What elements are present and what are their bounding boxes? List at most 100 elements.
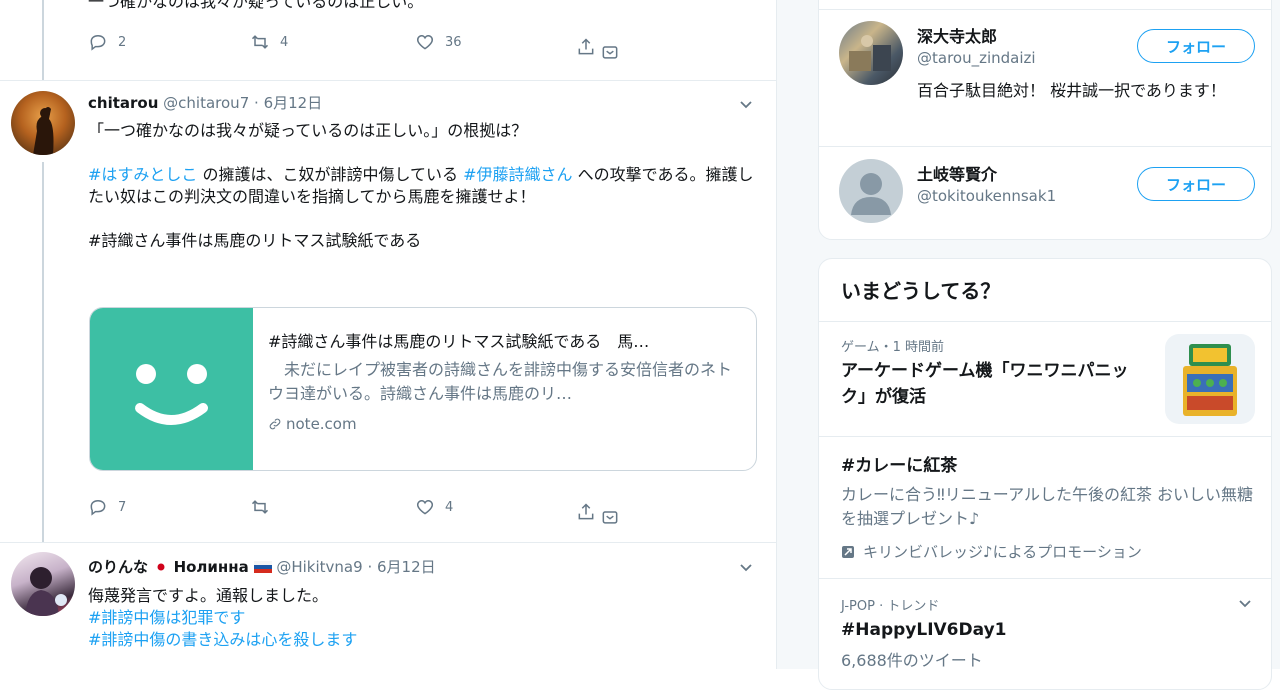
reply-button[interactable]: 2 (88, 32, 126, 52)
default-profile-icon (851, 173, 891, 215)
suggested-user-handle[interactable]: @tokitoukennsak1 (917, 187, 1056, 205)
card-description: 未だにレイプ被害者の詩織さんを誹謗中傷する安倍信者のネトウヨ達がいる。詩織さん事… (268, 360, 733, 403)
tweet-text-part: の擁護は、こ奴が誹謗中傷している (197, 165, 464, 184)
suggested-user-handle[interactable]: @tarou_zindaizi (917, 49, 1036, 67)
divider (819, 9, 1271, 10)
retweet-icon (251, 35, 269, 49)
user-handle[interactable]: @chitarou7 (163, 94, 249, 112)
tweet-actions: 2 4 36 (88, 32, 648, 59)
share-icon (578, 503, 594, 520)
reply-icon (90, 499, 106, 516)
avatar-silhouette-icon (33, 107, 54, 155)
dm-icon (602, 46, 618, 59)
separator: · (254, 94, 259, 112)
tweet-header: chitarou @chitarou7 · 6月12日 (88, 92, 322, 113)
user-name[interactable]: chitarou (88, 94, 158, 112)
dm-icon (602, 511, 618, 524)
trend-description: カレーに合う‼リニューアルした午後の紅茶 おいしい無糖を抽選プレゼント♪ (841, 485, 1254, 528)
card-text: #詩織さん事件は馬鹿のリトマス試験紙である 馬… 未だにレイプ被害者の詩織さんを… (268, 330, 738, 436)
trend-title: アーケードゲーム機「ワニワニパニック」が復活 (841, 361, 1129, 407)
japan-flag-icon (152, 561, 169, 573)
share-button[interactable] (576, 497, 630, 527)
hashtag-link[interactable]: #誹謗中傷は犯罪です (88, 607, 758, 629)
trend-meta: ゲーム・1 時間前 (841, 340, 945, 355)
card-domain-text: note.com (286, 415, 357, 433)
hashtag-link[interactable]: #伊藤詩織さん (463, 165, 572, 184)
avatar-photo-icon (849, 35, 891, 71)
chevron-down-icon[interactable] (738, 96, 754, 112)
thread-line (42, 0, 44, 80)
avatar[interactable] (839, 21, 903, 85)
like-count: 36 (445, 34, 462, 50)
like-button[interactable]: 36 (415, 32, 462, 52)
hashtag-link[interactable]: #誹謗中傷の書き込みは心を殺します (88, 629, 758, 651)
trend-item[interactable]: J-POP · トレンド #HappyLIV6Day1 6,688件のツイート (819, 578, 1271, 689)
heart-icon (416, 499, 434, 515)
card-domain: note.com (268, 412, 738, 436)
divider (0, 542, 776, 543)
link-card[interactable]: #詩織さん事件は馬鹿のリトマス試験紙である 馬… 未だにレイプ被害者の詩織さんを… (89, 307, 757, 471)
retweet-count: 4 (280, 34, 289, 50)
share-button[interactable] (576, 32, 630, 62)
user-handle[interactable]: @Hikitvna9 (276, 558, 362, 576)
tweet-header: のりんな Нолинна @Hikitvna9 · 6月12日 (88, 556, 436, 577)
tweet-date[interactable]: 6月12日 (264, 94, 323, 112)
heart-icon (416, 34, 434, 50)
retweet-button[interactable]: 4 (250, 32, 288, 52)
tweet-line: 「一つ確かなのは我々が疑っているのは正しい。」の根拠は？ (88, 121, 528, 140)
like-button[interactable]: 4 (415, 497, 453, 517)
suggested-user-name[interactable]: 土岐等賢介 (917, 161, 997, 185)
user-name-secondary[interactable]: Нолинна (174, 558, 249, 576)
suggested-user-bio: 百合子駄目絶対！ 桜井誠一択であります！ (917, 81, 1226, 100)
reply-button[interactable]: 7 (88, 497, 126, 517)
promoted-label: キリンビバレッジ♪によるプロモーション (841, 541, 1142, 562)
avatar-default[interactable] (839, 159, 903, 223)
retweet-icon (251, 500, 269, 514)
chevron-down-icon[interactable] (738, 559, 754, 575)
tweet-text: 侮蔑発言ですよ。通報しました。 #誹謗中傷は犯罪です #誹謗中傷の書き込みは心を… (88, 585, 758, 651)
trend-title: #カレーに紅茶 (841, 456, 958, 476)
chevron-down-icon[interactable] (1237, 595, 1253, 611)
promoted-icon (842, 545, 854, 558)
arcade-machine-icon (1183, 344, 1237, 416)
follow-button[interactable]: フォロー (1137, 167, 1255, 201)
tweet-paragraph: #はすみとしこ の擁護は、こ奴が誹謗中傷している #伊藤詩織さん への攻撃である… (88, 164, 758, 208)
like-count: 4 (445, 499, 454, 515)
card-image (90, 308, 253, 470)
tweet-text: 「一つ確かなのは我々が疑っているのは正しい。」の根拠は？ #はすみとしこ の擁護… (88, 120, 758, 252)
trends-header: いまどうしてる？ (841, 279, 1001, 303)
smiley-logo-icon (135, 364, 208, 425)
timeline: 一つ確かなのは我々が疑っているのは正しい。 2 4 36 chitarou @c… (0, 0, 776, 669)
avatar-character-icon (25, 567, 67, 616)
tweet-date[interactable]: 6月12日 (377, 558, 436, 576)
tweet-actions: 7 4 (88, 497, 648, 524)
trend-title: #HappyLIV6Day1 (841, 620, 1007, 640)
hashtag-link[interactable]: #はすみとしこ (88, 165, 197, 184)
reply-count: 7 (118, 499, 127, 515)
retweet-button[interactable] (250, 497, 280, 517)
user-name[interactable]: のりんな (88, 558, 148, 576)
russia-flag-icon (253, 561, 272, 573)
trend-tweet-count: 6,688件のツイート (841, 651, 983, 670)
trend-item[interactable]: ゲーム・1 時間前 アーケードゲーム機「ワニワニパニック」が復活 (819, 321, 1271, 437)
trend-meta: J-POP · トレンド (841, 599, 940, 614)
trend-item-promoted[interactable]: #カレーに紅茶 カレーに合う‼リニューアルした午後の紅茶 おいしい無糖を抽選プレ… (819, 436, 1271, 579)
suggested-user-name[interactable]: 深大寺太郎 (917, 23, 997, 47)
follow-button[interactable]: フォロー (1137, 29, 1255, 63)
card-title: #詩織さん事件は馬鹿のリトマス試験紙である 馬… (268, 332, 650, 351)
separator: · (367, 558, 373, 576)
trend-thumbnail (1165, 334, 1255, 424)
tweet-line: 侮蔑発言ですよ。通報しました。 (88, 586, 329, 605)
divider (0, 80, 776, 81)
who-to-follow-panel: 深大寺太郎 @tarou_zindaizi フォロー 百合子駄目絶対！ 桜井誠一… (818, 0, 1272, 240)
share-icon (578, 38, 594, 55)
tweet-line: #詩織さん事件は馬鹿のリトマス試験紙である (88, 231, 422, 250)
divider (819, 146, 1271, 147)
link-icon (269, 418, 281, 430)
avatar[interactable] (11, 552, 75, 616)
previous-tweet-text: 一つ確かなのは我々が疑っているのは正しい。 (88, 0, 424, 11)
promoted-by-text: キリンビバレッジ♪によるプロモーション (863, 543, 1142, 561)
reply-count: 2 (118, 34, 127, 50)
reply-icon (90, 34, 106, 51)
avatar[interactable] (11, 91, 75, 155)
